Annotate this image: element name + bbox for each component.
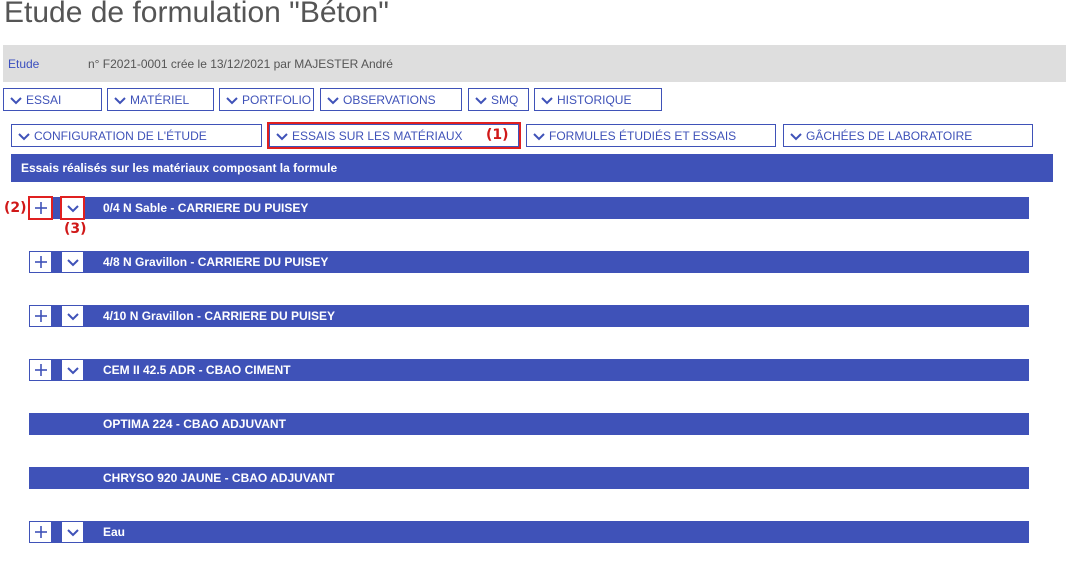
nav-observations-button[interactable]: OBSERVATIONS [320, 88, 462, 111]
material-label: OPTIMA 224 - CBAO ADJUVANT [103, 417, 286, 431]
tab-formules-etudies[interactable]: FORMULES ÉTUDIÉS ET ESSAIS [526, 124, 776, 147]
expand-button[interactable] [29, 521, 52, 543]
material-row[interactable]: 0/4 N Sable - CARRIERE DU PUISEY [29, 197, 1029, 219]
nav-smq-button[interactable]: SMQ [468, 88, 529, 111]
plus-icon [34, 256, 47, 268]
highlight-box-1 [267, 122, 521, 149]
annotation-2: (2) [4, 200, 27, 216]
nav-essai-label: ESSAI [26, 92, 62, 107]
highlight-box-2 [28, 196, 53, 220]
nav-portfolio-label: PORTFOLIO [242, 92, 312, 107]
nav-observations-label: OBSERVATIONS [343, 92, 436, 107]
chevron-down-icon [66, 259, 79, 267]
material-row[interactable]: CHRYSO 920 JAUNE - CBAO ADJUVANT [29, 467, 1029, 489]
chevron-down-icon [114, 96, 126, 104]
nav-materiel-button[interactable]: MATÉRIEL [107, 88, 214, 111]
dropdown-button[interactable] [61, 305, 84, 327]
tab-gachees-laboratoire-label: GÂCHÉES DE LABORATOIRE [806, 128, 973, 143]
material-row[interactable]: 4/10 N Gravillon - CARRIERE DU PUISEY [29, 305, 1029, 327]
chevron-down-icon [790, 132, 802, 140]
chevron-down-icon [66, 367, 79, 375]
highlight-box-3 [60, 196, 85, 220]
chevron-down-icon [475, 96, 487, 104]
nav-portfolio-button[interactable]: PORTFOLIO [219, 88, 314, 111]
chevron-down-icon [10, 96, 22, 104]
nav-historique-button[interactable]: HISTORIQUE [534, 88, 662, 111]
material-row[interactable]: 4/8 N Gravillon - CARRIERE DU PUISEY [29, 251, 1029, 273]
dropdown-button[interactable] [61, 359, 84, 381]
plus-icon [34, 526, 47, 538]
expand-button[interactable] [29, 305, 52, 327]
expand-button[interactable] [29, 251, 52, 273]
material-row[interactable]: OPTIMA 224 - CBAO ADJUVANT [29, 413, 1029, 435]
chevron-down-icon [66, 313, 79, 321]
tab-configuration-etude[interactable]: CONFIGURATION DE L'ÉTUDE [11, 124, 262, 147]
chevron-down-icon [18, 132, 30, 140]
chevron-down-icon [66, 529, 79, 537]
chevron-down-icon [226, 96, 238, 104]
tab-gachees-laboratoire[interactable]: GÂCHÉES DE LABORATOIRE [783, 124, 1033, 147]
material-label: CEM II 42.5 ADR - CBAO CIMENT [103, 363, 291, 377]
material-row[interactable]: Eau [29, 521, 1029, 543]
tab-formules-etudies-label: FORMULES ÉTUDIÉS ET ESSAIS [549, 128, 737, 143]
material-label: CHRYSO 920 JAUNE - CBAO ADJUVANT [103, 471, 335, 485]
section-header: Essais réalisés sur les matériaux compos… [11, 154, 1053, 182]
annotation-3: (3) [64, 221, 87, 237]
material-label: 4/8 N Gravillon - CARRIERE DU PUISEY [103, 255, 329, 269]
study-info-bar: Etude n° F2021-0001 crée le 13/12/2021 p… [3, 45, 1066, 82]
study-link[interactable]: Etude [8, 57, 39, 71]
nav-historique-label: HISTORIQUE [557, 92, 632, 107]
chevron-down-icon [541, 96, 553, 104]
annotation-1: (1) [486, 127, 509, 143]
nav-smq-label: SMQ [491, 92, 519, 107]
expand-button[interactable] [29, 359, 52, 381]
material-label: 0/4 N Sable - CARRIERE DU PUISEY [103, 201, 309, 215]
chevron-down-icon [533, 132, 545, 140]
material-row[interactable]: CEM II 42.5 ADR - CBAO CIMENT [29, 359, 1029, 381]
page-title: Etude de formulation "Béton" [4, 0, 389, 29]
nav-materiel-label: MATÉRIEL [130, 92, 190, 107]
study-detail: n° F2021-0001 crée le 13/12/2021 par MAJ… [88, 57, 393, 71]
nav-essai-button[interactable]: ESSAI [3, 88, 102, 111]
plus-icon [34, 310, 47, 322]
material-label: 4/10 N Gravillon - CARRIERE DU PUISEY [103, 309, 336, 323]
dropdown-button[interactable] [61, 251, 84, 273]
chevron-down-icon [327, 96, 339, 104]
dropdown-button[interactable] [61, 521, 84, 543]
material-label: Eau [103, 525, 126, 539]
plus-icon [34, 364, 47, 376]
tab-configuration-etude-label: CONFIGURATION DE L'ÉTUDE [34, 128, 207, 143]
